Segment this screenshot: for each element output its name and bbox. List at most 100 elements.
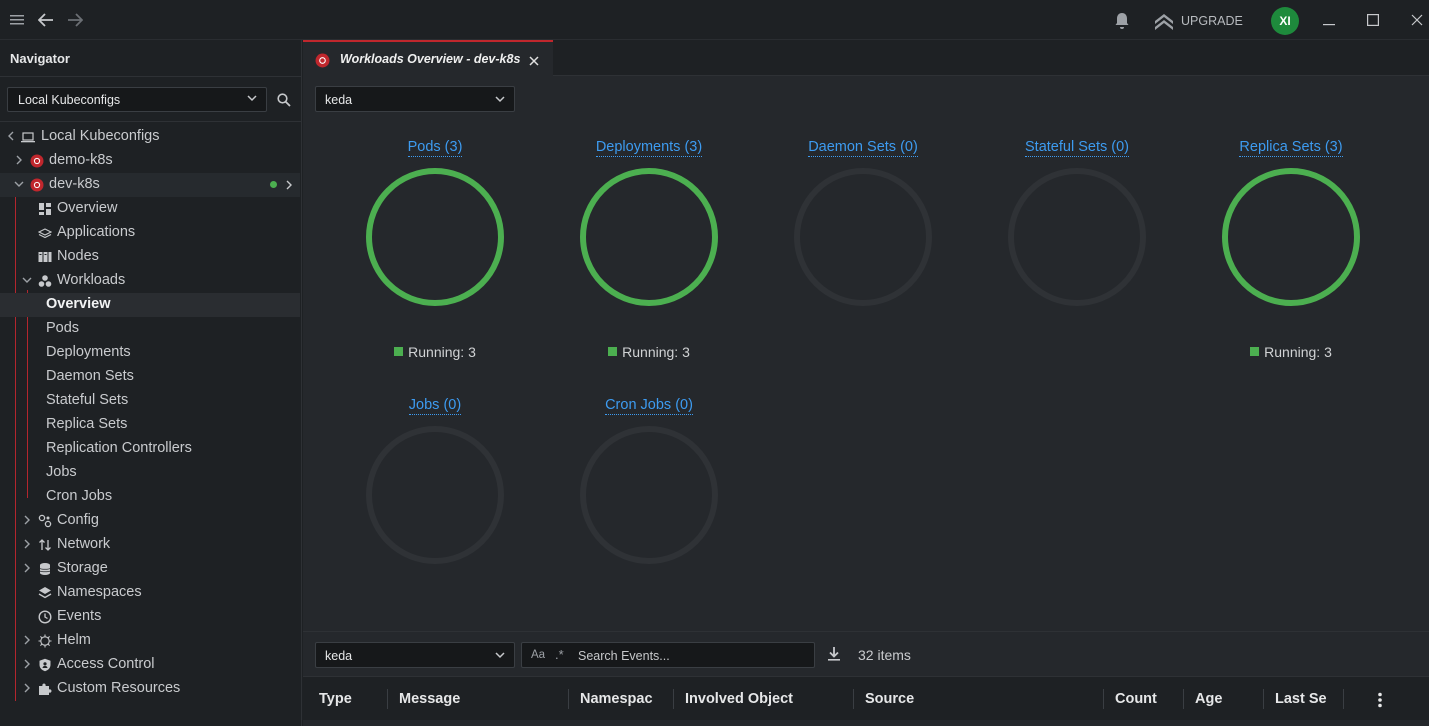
search-icon[interactable] xyxy=(277,93,291,107)
dashboard-icon xyxy=(39,203,51,215)
workload-title-link[interactable]: Stateful Sets (0) xyxy=(1025,139,1129,157)
close-tab-icon[interactable] xyxy=(529,56,539,66)
running-legend: Running: 3 xyxy=(328,344,542,360)
tree-item-jobs[interactable]: Jobs xyxy=(0,461,300,485)
tree-item-label: Stateful Sets xyxy=(46,392,129,408)
chevron-down-icon[interactable] xyxy=(21,274,33,286)
minimize-icon[interactable] xyxy=(1323,24,1335,26)
connected-status-dot xyxy=(270,181,277,188)
tree-item-dev-k8s[interactable]: dev-k8s xyxy=(0,173,300,197)
tree-item-access-control[interactable]: Access Control xyxy=(0,653,300,677)
tree-item-label: dev-k8s xyxy=(49,176,100,192)
tree-item-label: Overview xyxy=(46,296,111,312)
workload-title-link[interactable]: Cron Jobs (0) xyxy=(605,397,693,415)
column-header-type[interactable]: Type xyxy=(319,691,352,707)
events-count: 32 items xyxy=(858,647,911,663)
tree-item-local-kubeconfigs[interactable]: Local Kubeconfigs xyxy=(0,125,300,149)
notifications-bell-icon[interactable] xyxy=(1114,12,1130,30)
running-swatch xyxy=(394,347,404,356)
column-header-last-seen[interactable]: Last Se xyxy=(1275,691,1327,707)
layers-icon xyxy=(38,228,52,239)
chevron-right-icon[interactable] xyxy=(21,538,33,550)
tree-item-label: Helm xyxy=(57,632,91,648)
upgrade-button[interactable]: UPGRADE xyxy=(1154,10,1246,32)
tree-item-replication-controllers[interactable]: Replication Controllers xyxy=(0,437,300,461)
tree-item-pods[interactable]: Pods xyxy=(0,317,300,341)
tree-item-storage[interactable]: Storage xyxy=(0,557,300,581)
close-window-icon[interactable] xyxy=(1411,14,1423,26)
tree-item-workloads-overview[interactable]: Overview xyxy=(0,293,300,317)
column-header-message[interactable]: Message xyxy=(399,691,460,707)
tree-item-applications[interactable]: Applications xyxy=(0,221,300,245)
tree-item-overview[interactable]: Overview xyxy=(0,197,300,221)
tree-item-nodes[interactable]: Nodes xyxy=(0,245,300,269)
chevron-down-icon xyxy=(247,95,257,102)
column-header-age[interactable]: Age xyxy=(1195,691,1222,707)
tree-item-label: demo-k8s xyxy=(49,152,113,168)
column-header-namespace[interactable]: Namespac xyxy=(580,691,653,707)
workload-card-replica-sets: Replica Sets (3) Running: 3 xyxy=(1184,139,1398,379)
upgrade-chevrons-icon xyxy=(1155,14,1173,30)
namespaces-icon xyxy=(38,587,52,599)
tree-item-cron-jobs[interactable]: Cron Jobs xyxy=(0,485,300,509)
events-table-header: Type Message Namespac Involved Object So… xyxy=(303,676,1429,720)
events-namespace-select[interactable]: keda xyxy=(315,642,515,668)
maximize-icon[interactable] xyxy=(1367,14,1379,26)
tab-workloads-overview[interactable]: Workloads Overview - dev-k8s xyxy=(303,40,553,77)
events-search-input[interactable] xyxy=(578,647,808,664)
workload-card-stateful-sets: Stateful Sets (0) xyxy=(970,139,1184,379)
workload-card-cron-jobs: Cron Jobs (0) xyxy=(542,397,756,637)
editor-tabstrip: Workloads Overview - dev-k8s xyxy=(303,40,1429,77)
column-header-source[interactable]: Source xyxy=(865,691,914,707)
tree-item-events[interactable]: Events xyxy=(0,605,300,629)
workload-title-link[interactable]: Jobs (0) xyxy=(408,397,462,415)
workload-title-link[interactable]: Replica Sets (3) xyxy=(1239,139,1343,157)
tree-item-daemon-sets[interactable]: Daemon Sets xyxy=(0,365,300,389)
tab-title: Workloads Overview - dev-k8s xyxy=(340,52,521,66)
column-header-involved-object[interactable]: Involved Object xyxy=(685,691,793,707)
workload-title-link[interactable]: Deployments (3) xyxy=(595,139,703,157)
regex-toggle[interactable]: .* xyxy=(555,647,564,662)
forward-arrow-icon[interactable] xyxy=(67,13,83,27)
tree-item-label: Nodes xyxy=(57,248,99,264)
tree-item-network[interactable]: Network xyxy=(0,533,300,557)
tree-item-stateful-sets[interactable]: Stateful Sets xyxy=(0,389,300,413)
chevron-right-icon[interactable] xyxy=(21,658,33,670)
download-icon[interactable] xyxy=(826,646,842,662)
tree-item-namespaces[interactable]: Namespaces xyxy=(0,581,300,605)
match-case-toggle[interactable]: Aa xyxy=(531,649,545,661)
chevron-right-icon[interactable] xyxy=(21,634,33,646)
column-options-kebab-icon[interactable] xyxy=(1377,692,1383,708)
menu-icon[interactable] xyxy=(10,14,24,26)
workload-card-jobs: Jobs (0) xyxy=(328,397,542,637)
tree-item-demo-k8s[interactable]: demo-k8s xyxy=(0,149,300,173)
tree-item-label: Custom Resources xyxy=(57,680,181,696)
tree-item-config[interactable]: Config xyxy=(0,509,300,533)
title-bar: UPGRADE XI xyxy=(0,0,1429,40)
column-header-count[interactable]: Count xyxy=(1115,691,1157,707)
chevron-right-icon[interactable] xyxy=(13,154,25,166)
tree-item-replica-sets[interactable]: Replica Sets xyxy=(0,413,300,437)
workload-status-ring xyxy=(366,426,504,564)
chevron-right-icon[interactable] xyxy=(21,562,33,574)
tree-item-deployments[interactable]: Deployments xyxy=(0,341,300,365)
tree-item-helm[interactable]: Helm xyxy=(0,629,300,653)
namespace-select[interactable]: keda xyxy=(315,86,515,112)
chevron-down-icon[interactable] xyxy=(13,178,25,190)
tree-item-workloads[interactable]: Workloads xyxy=(0,269,300,293)
chevron-left-icon[interactable] xyxy=(5,130,17,142)
avatar[interactable]: XI xyxy=(1271,7,1299,35)
clock-icon xyxy=(38,610,52,624)
workload-title-link[interactable]: Daemon Sets (0) xyxy=(808,139,918,157)
chevron-right-icon[interactable] xyxy=(21,682,33,694)
workload-title-link[interactable]: Pods (3) xyxy=(407,139,463,157)
chevron-right-icon[interactable] xyxy=(284,179,294,191)
tree-item-label: Config xyxy=(57,512,99,528)
chevron-right-icon[interactable] xyxy=(21,514,33,526)
kubeconfig-select-value: Local Kubeconfigs xyxy=(18,93,121,107)
navigator-tab-label: Navigator xyxy=(10,51,70,66)
tree-item-custom-resources[interactable]: Custom Resources xyxy=(0,677,300,701)
tab-navigator[interactable]: Navigator xyxy=(0,40,80,76)
kubeconfig-select[interactable]: Local Kubeconfigs xyxy=(7,87,267,112)
back-arrow-icon[interactable] xyxy=(38,13,54,27)
